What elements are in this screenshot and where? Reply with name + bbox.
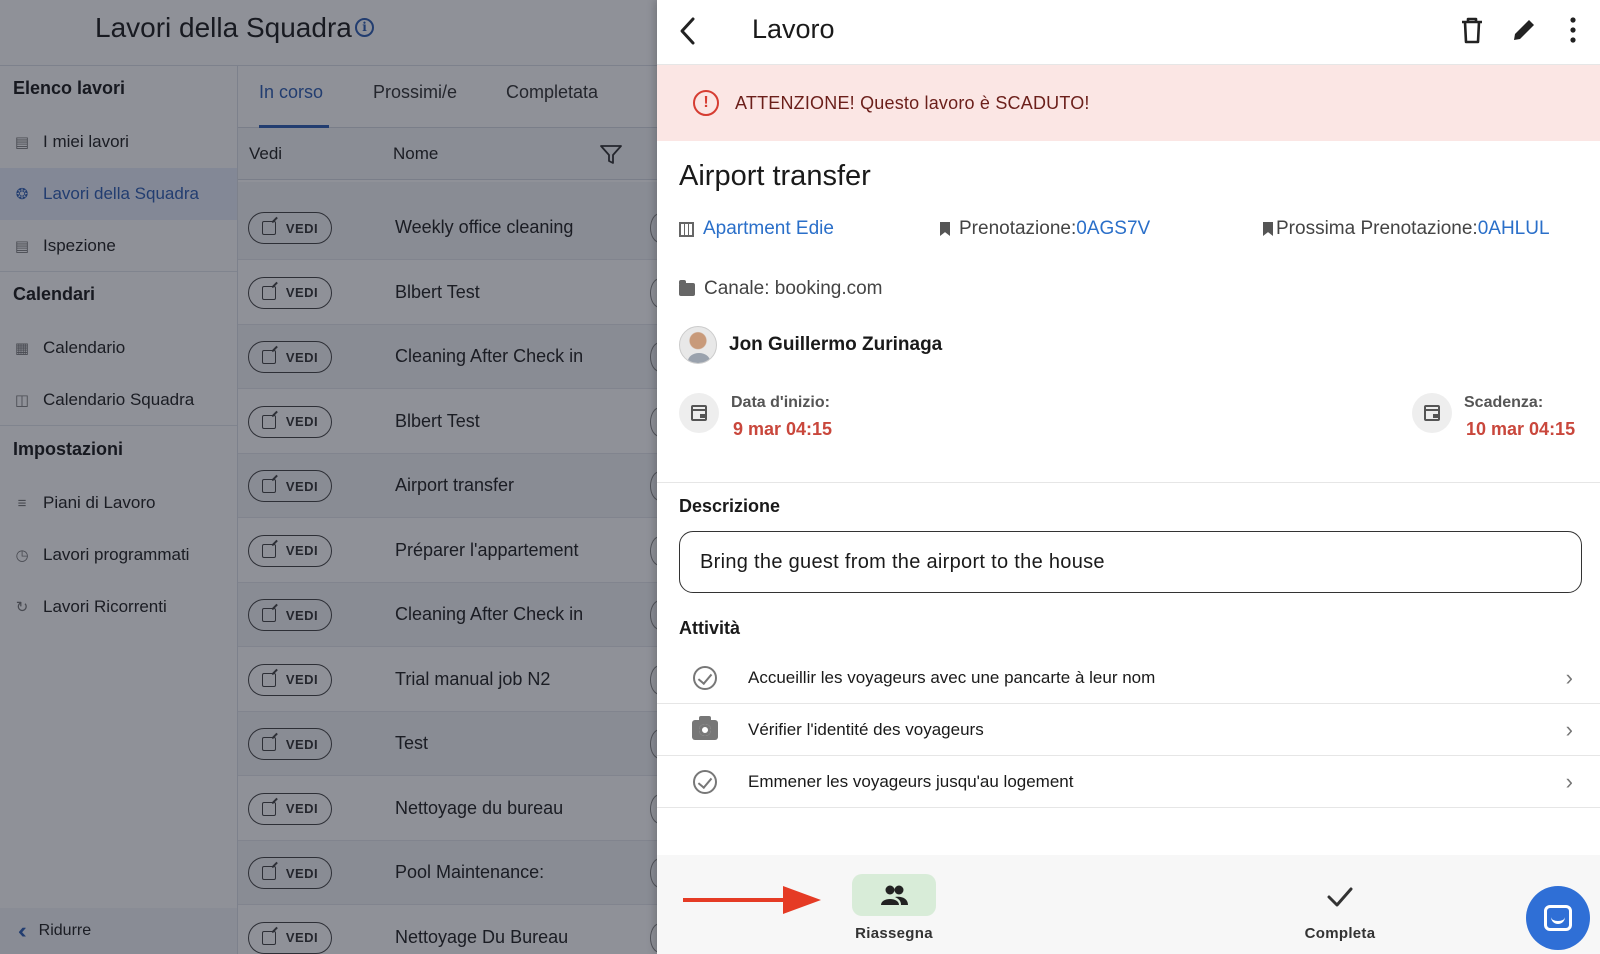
next-booking-label: Prossima Prenotazione: xyxy=(1276,218,1478,239)
channel-meta: Canale: booking.com xyxy=(679,278,883,300)
trash-icon[interactable] xyxy=(1459,16,1485,44)
job-detail-drawer: Lavoro ! ATTENZIONE! Questo lavoro è SCA… xyxy=(657,0,1600,954)
start-date-value: 9 mar 04:15 xyxy=(733,419,833,439)
activity-item[interactable]: Vérifier l'identité des voyageurs › xyxy=(657,704,1600,756)
checkmark-icon xyxy=(1327,887,1353,907)
property-meta: Apartment Edie xyxy=(679,218,834,240)
activities-label: Attività xyxy=(679,618,741,638)
next-booking-meta: Prossima Prenotazione: 0AHLUL xyxy=(1263,218,1550,240)
drawer-header: Lavoro xyxy=(657,0,1600,65)
chat-icon xyxy=(1544,905,1572,931)
bookmark-icon xyxy=(1263,222,1273,236)
job-title: Airport transfer xyxy=(679,160,871,192)
start-date-label: Data d'inizio: xyxy=(731,394,830,411)
due-date-label: Scadenza: xyxy=(1464,394,1544,411)
assignee-name: Jon Guillermo Zurinaga xyxy=(729,334,943,355)
activity-item[interactable]: Accueillir les voyageurs avec une pancar… xyxy=(657,652,1600,704)
divider xyxy=(657,482,1600,483)
chat-support-button[interactable] xyxy=(1526,886,1590,950)
drawer-title: Lavoro xyxy=(752,14,835,44)
booking-code-link[interactable]: 0AGS7V xyxy=(1076,218,1150,240)
booking-meta: Prenotazione: 0AGS7V xyxy=(940,218,1150,240)
activity-item[interactable]: Emmener les voyageurs jusqu'au logement … xyxy=(657,756,1600,808)
complete-label: Completa xyxy=(1304,925,1376,942)
modal-backdrop[interactable] xyxy=(0,0,657,954)
alert-circle-icon: ! xyxy=(693,90,719,116)
start-date: Data d'inizio: 9 mar 04:15 xyxy=(679,393,832,440)
reassign-button[interactable] xyxy=(852,874,936,916)
activity-text: Emmener les voyageurs jusqu'au logement xyxy=(748,771,1074,791)
due-date: Scadenza: 10 mar 04:15 xyxy=(1412,393,1575,440)
booking-label: Prenotazione: xyxy=(959,218,1077,239)
people-icon xyxy=(881,885,908,905)
description-label: Descrizione xyxy=(679,496,781,516)
property-link[interactable]: Apartment Edie xyxy=(703,218,834,240)
more-vertical-icon[interactable] xyxy=(1565,15,1581,45)
red-arrow-annotation xyxy=(683,886,821,914)
overdue-alert: ! ATTENZIONE! Questo lavoro è SCADUTO! xyxy=(657,65,1600,141)
bookmark-icon xyxy=(940,222,950,236)
channel-text: Canale: booking.com xyxy=(704,278,883,299)
back-arrow-icon[interactable] xyxy=(674,16,704,46)
calendar-icon xyxy=(1412,393,1452,433)
reassign-label: Riassegna xyxy=(855,925,933,942)
assignee: Jon Guillermo Zurinaga xyxy=(679,326,942,364)
description-field[interactable]: Bring the guest from the airport to the … xyxy=(679,531,1582,593)
chevron-right-icon: › xyxy=(1565,768,1573,794)
alert-text: ATTENZIONE! Questo lavoro è SCADUTO! xyxy=(735,92,1090,113)
complete-button[interactable] xyxy=(1320,877,1360,917)
activity-text: Vérifier l'identité des voyageurs xyxy=(748,719,984,739)
pencil-icon[interactable] xyxy=(1510,16,1538,44)
due-date-value: 10 mar 04:15 xyxy=(1466,419,1576,439)
building-icon xyxy=(679,221,694,237)
camera-icon xyxy=(692,715,718,743)
activity-text: Accueillir les voyageurs avec une pancar… xyxy=(748,667,1156,687)
check-circle-icon xyxy=(692,665,718,691)
folder-icon xyxy=(679,279,695,296)
team-jobs-page: Lavori della Squadra i Elenco lavori ▤ I… xyxy=(0,0,657,954)
calendar-icon xyxy=(679,393,719,433)
check-circle-icon xyxy=(692,769,718,795)
chevron-right-icon: › xyxy=(1565,664,1573,690)
next-booking-code-link[interactable]: 0AHLUL xyxy=(1478,218,1550,240)
avatar xyxy=(679,326,717,364)
chevron-right-icon: › xyxy=(1565,716,1573,742)
